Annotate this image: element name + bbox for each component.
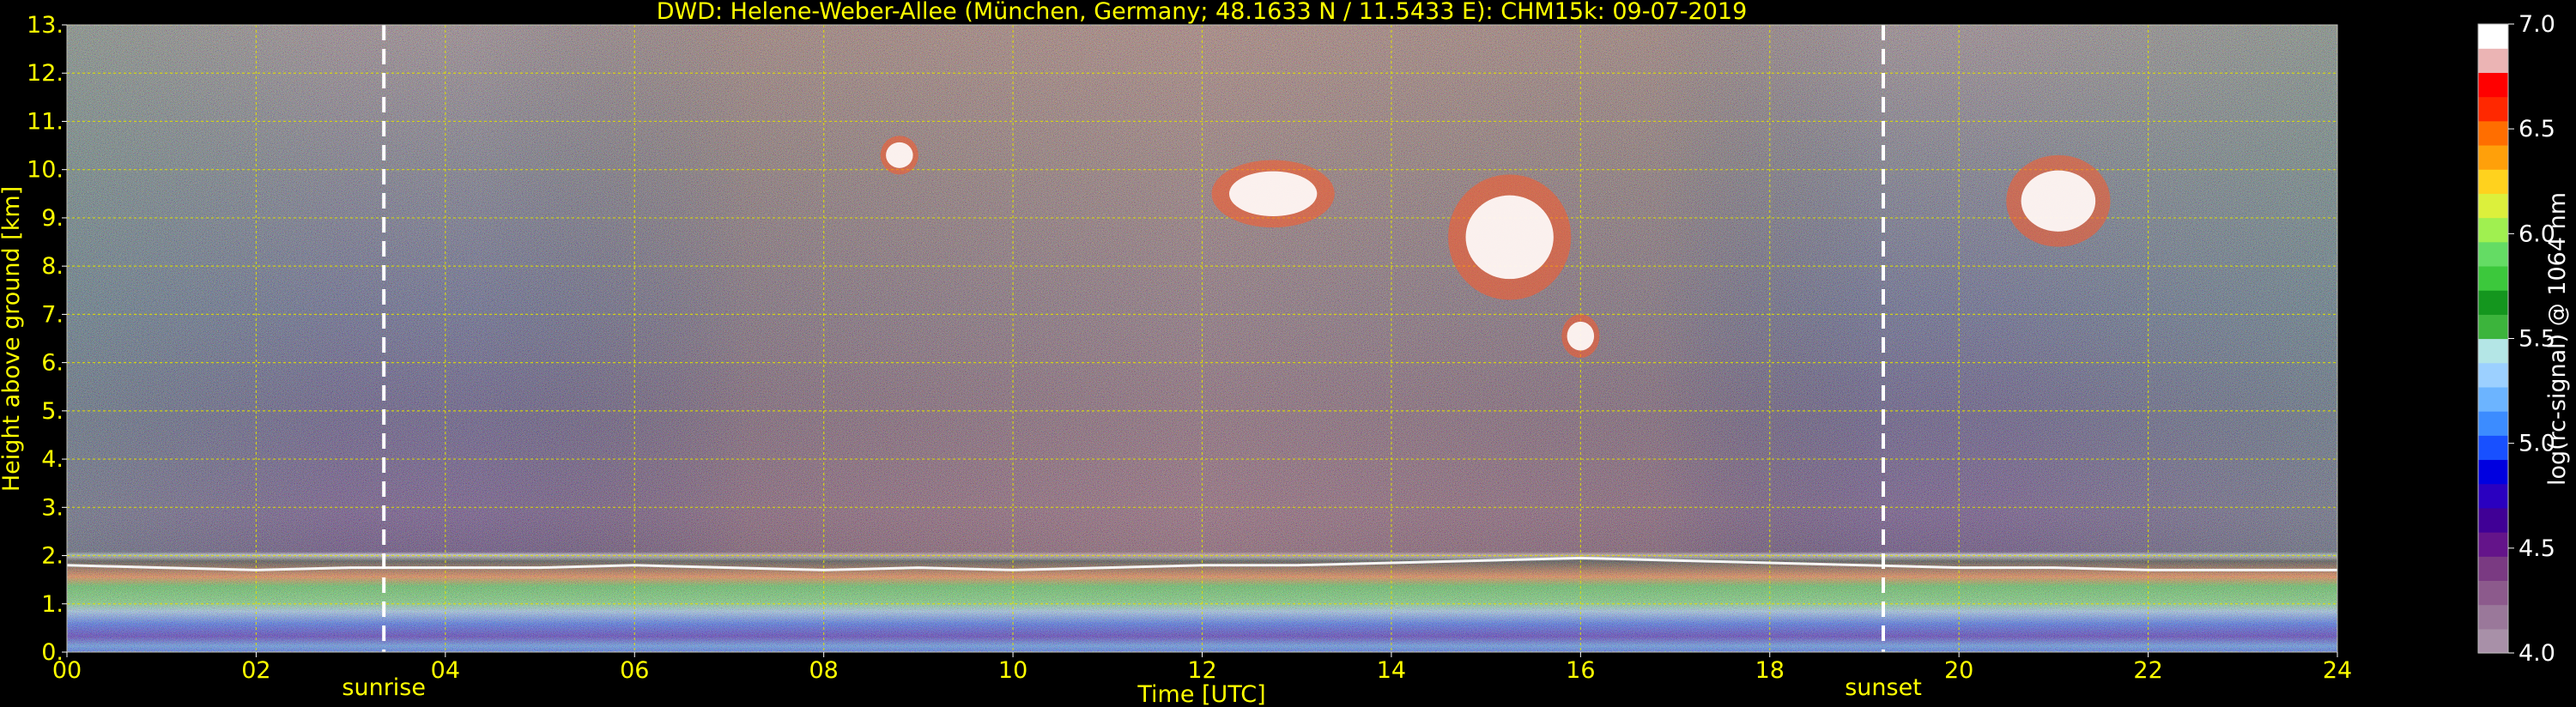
cloud-core [2021,170,2096,232]
y-tick-label: 13. [27,12,64,39]
cloud-core [1567,321,1595,351]
colorbar-swatch [2478,48,2508,73]
colorbar-swatch [2478,362,2508,388]
y-axis-label: Height above ground [km] [0,186,25,492]
y-tick-label: 3. [41,494,64,521]
y-tick-label: 5. [41,398,64,425]
colorbar-swatch [2478,217,2508,243]
x-tick-label: 14 [1377,657,1406,684]
colorbar-swatch [2478,580,2508,606]
colorbar-swatches [2478,24,2508,654]
x-tick-label: 04 [431,657,460,684]
y-tick-label: 2. [41,543,64,570]
x-tick-label: 10 [998,657,1027,684]
x-tick-label: 18 [1755,657,1785,684]
colorbar-swatch [2478,72,2508,98]
colorbar-swatch [2478,120,2508,146]
colorbar-swatch [2478,96,2508,122]
colorbar-tick-label: 4.0 [2518,640,2555,667]
y-tick-label: 7. [41,301,64,328]
colorbar-swatch [2478,507,2508,533]
y-tick-label: 9. [41,205,64,232]
colorbar-swatch [2478,459,2508,485]
sunset-label: sunset [1845,674,1922,701]
colorbar-swatch [2478,338,2508,364]
colorbar-swatch [2478,386,2508,412]
colorbar-swatch [2478,24,2508,49]
cloud-core [886,142,913,168]
colorbar-swatch [2478,290,2508,315]
x-tick-label: 20 [1944,657,1973,684]
y-tick-label: 12. [27,60,64,87]
colorbar-swatch [2478,435,2508,461]
y-tick-label: 0. [41,639,64,666]
y-tick-label: 11. [27,108,64,135]
y-tick-label: 6. [41,350,64,377]
x-tick-label: 08 [809,657,838,684]
colorbar-swatch [2478,314,2508,340]
colorbar-swatch [2478,144,2508,170]
colorbar: 4.04.55.05.56.06.57.0 log(rc-signal) @ 1… [2477,11,2571,667]
x-tick-label: 12 [1187,657,1216,684]
ceilometer-figure: 00 02 04 06 08 10 12 14 16 18 20 22 240.1.2.3.4.5.6.… [0,0,2571,707]
colorbar-label: log(rc-signal) @ 1064 nm [2544,192,2571,486]
colorbar-tick-label: 4.5 [2518,535,2555,562]
x-tick-label: 16 [1566,657,1595,684]
colorbar-swatch [2478,241,2508,267]
colorbar-swatch [2478,411,2508,436]
colorbar-swatch [2478,532,2508,557]
cloud-core [1465,195,1554,280]
x-tick-label: 22 [2133,657,2162,684]
y-tick-label: 4. [41,446,64,473]
colorbar-tick-label: 7.0 [2518,11,2555,38]
colorbar-swatch [2478,483,2508,509]
x-tick-label: 24 [2323,657,2352,684]
colorbar-swatch [2478,556,2508,582]
sunrise-label: sunrise [342,674,426,701]
colorbar-swatch [2478,169,2508,194]
colorbar-swatch [2478,604,2508,630]
y-tick-label: 1. [41,591,64,618]
colorbar-tick-label: 6.5 [2518,116,2555,142]
y-tick-label: 8. [41,253,64,280]
colorbar-swatch [2478,265,2508,291]
chart-title: DWD: Helene-Weber-Allee (München, German… [657,0,1748,25]
y-tick-label: 10. [27,157,64,184]
colorbar-swatch [2478,628,2508,654]
plot-area [66,24,2338,653]
x-tick-label: 02 [241,657,270,684]
cloud-core [1228,171,1318,217]
x-axis-label: Time [UTC] [1136,681,1265,707]
x-tick-label: 06 [620,657,649,684]
colorbar-swatch [2478,193,2508,219]
